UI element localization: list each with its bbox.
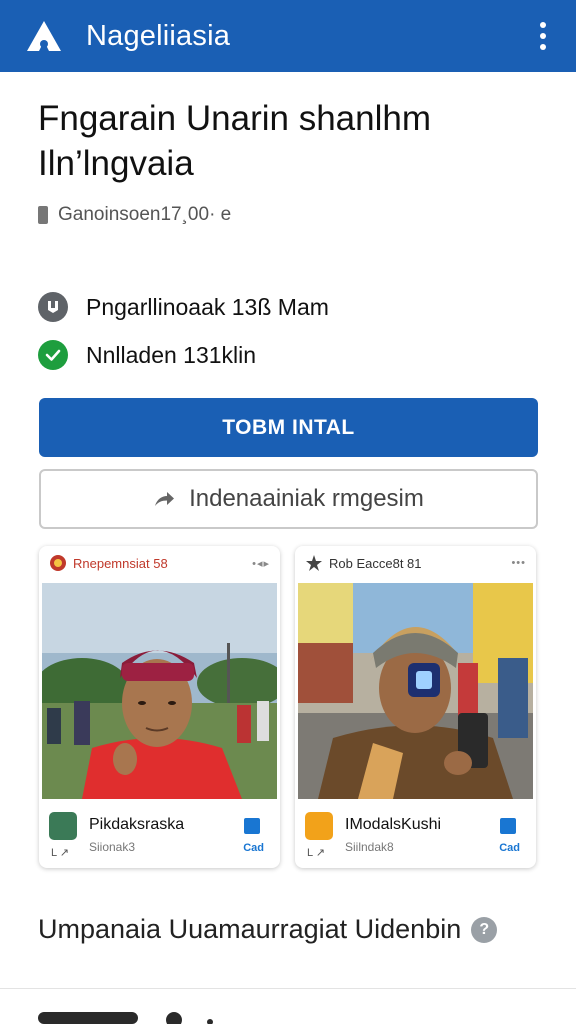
card-username: IModalsKushi xyxy=(345,816,442,833)
avatar[interactable] xyxy=(49,812,77,840)
video-card[interactable]: Rob Eacce8t 81 ••• IModalsKushi Siilndak… xyxy=(295,546,536,868)
more-vert-icon[interactable] xyxy=(528,16,558,56)
card-header: Rob Eacce8t 81 ••• xyxy=(295,546,536,580)
channel-badge-icon xyxy=(306,555,322,571)
card-small-label: L ↗ xyxy=(307,847,325,859)
bookmark-icon[interactable] xyxy=(500,818,516,834)
article-meta-text: Ganoinsoen17¸00· е xyxy=(58,204,232,225)
card-action-link[interactable]: Cad xyxy=(499,842,520,854)
share-arrow-icon xyxy=(155,492,175,506)
app-title: Nageliiasia xyxy=(86,19,231,52)
card-photo[interactable] xyxy=(42,583,277,799)
stat-row-participants: Pngarllinoaak 13ß Mam xyxy=(38,292,329,322)
card-small-label: L ↗ xyxy=(51,847,69,859)
secondary-action-label: Indenaainiak rmgesim xyxy=(189,485,424,512)
primary-action-button[interactable]: TOBM INTAL xyxy=(39,398,538,457)
avatar[interactable] xyxy=(305,812,333,840)
app-bar: Nageliiasia xyxy=(0,0,576,72)
secondary-action-button[interactable]: Indenaainiak rmgesim xyxy=(39,469,538,529)
video-card[interactable]: Rnepemnsiat 58 •◂▸ Pikdaksraska Siionak3… xyxy=(39,546,280,868)
check-circle-icon xyxy=(38,340,68,370)
bookmark-icon[interactable] xyxy=(244,818,260,834)
article-meta: Ganoinsoen17¸00· е xyxy=(38,204,231,226)
section-heading: Umpanaia Uuamaurragiat Uidenbin ? xyxy=(38,914,498,945)
stat-text: Nnlladen 131klin xyxy=(86,341,257,368)
card-options-icon[interactable]: ••• xyxy=(511,557,526,569)
section-title: Umpanaia Uuamaurragiat Uidenbin xyxy=(38,914,462,944)
card-header-title: Rob Eacce8t 81 xyxy=(329,555,422,571)
card-username: Pikdaksraska xyxy=(89,816,185,833)
card-handle: Siilndak8 xyxy=(345,840,394,854)
channel-badge-icon xyxy=(50,555,66,571)
card-action-link[interactable]: Cad xyxy=(243,842,264,854)
card-header: Rnepemnsiat 58 •◂▸ xyxy=(39,546,280,580)
phone-icon xyxy=(38,206,48,224)
card-photo[interactable] xyxy=(298,583,533,799)
help-icon[interactable]: ? xyxy=(471,916,498,943)
stat-text: Pngarllinoaak 13ß Mam xyxy=(86,293,329,320)
user-circle-icon xyxy=(38,292,68,322)
next-item-preview[interactable] xyxy=(38,1008,538,1024)
card-header-title: Rnepemnsiat 58 xyxy=(73,555,168,571)
card-footer: Pikdaksraska Siionak3 L ↗ Cad xyxy=(39,802,280,868)
stat-row-confirmed: Nnlladen 131klin xyxy=(38,340,256,370)
card-footer: IModalsKushi Siilndak8 L ↗ Cad xyxy=(295,802,536,868)
card-handle: Siionak3 xyxy=(89,840,136,854)
app-logo-icon[interactable] xyxy=(24,16,64,56)
card-options-icon[interactable]: •◂▸ xyxy=(252,557,270,570)
article-headline: Fngarain Unarin shanlhm Iln’lngvaia xyxy=(38,99,431,183)
divider xyxy=(0,988,576,989)
